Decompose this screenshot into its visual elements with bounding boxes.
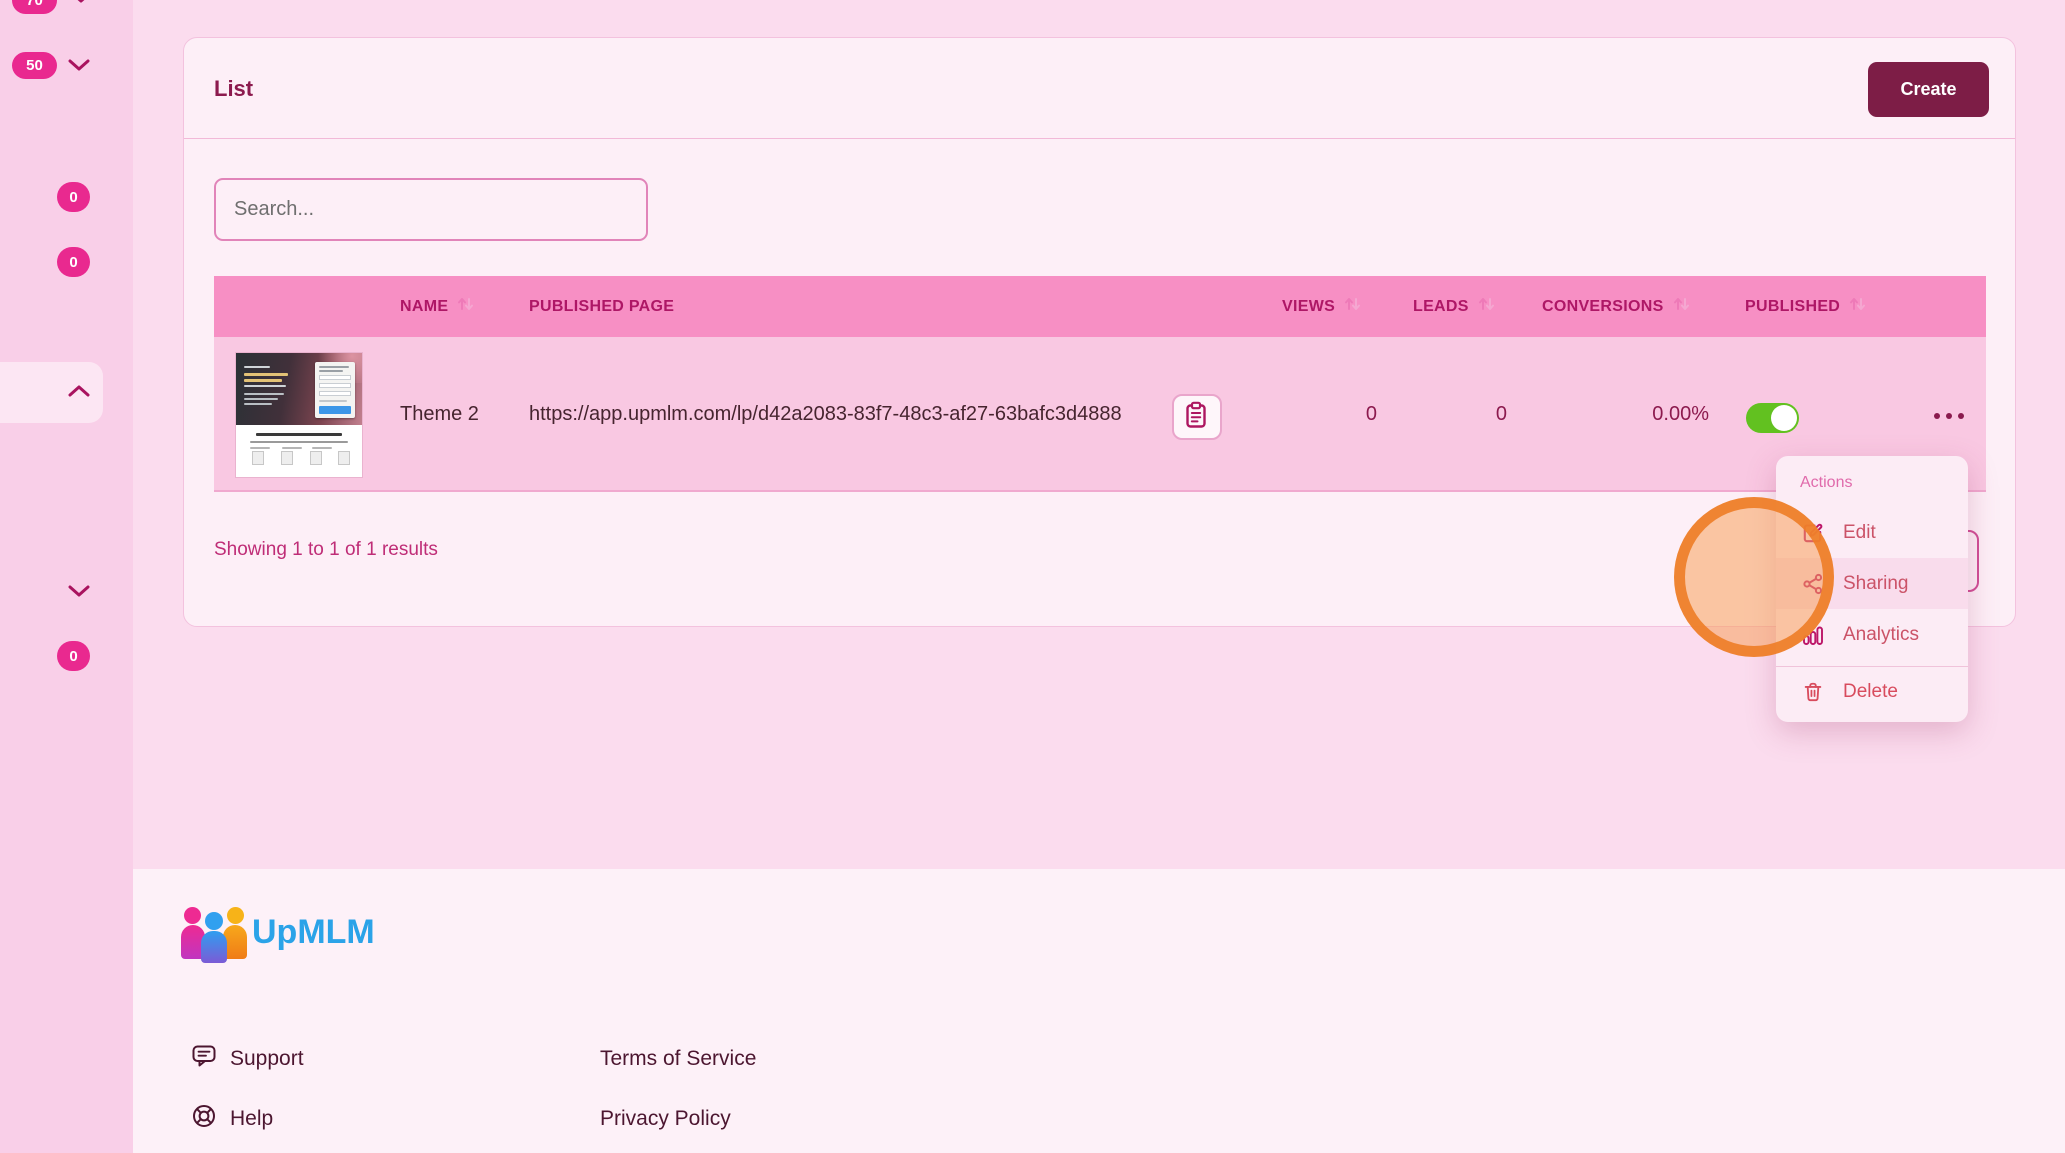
footer-link-privacy[interactable]: Privacy Policy (600, 1107, 731, 1131)
edit-icon (1802, 522, 1824, 544)
ellipsis-icon (1934, 413, 1940, 419)
table-row: Theme 2 https://app.upmlm.com/lp/d42a208… (214, 337, 1986, 492)
toggle-knob (1771, 405, 1797, 431)
brand-name: UpMLM (252, 913, 375, 952)
chat-bubble-icon (191, 1043, 217, 1075)
share-icon (1802, 573, 1824, 595)
create-button[interactable]: Create (1868, 62, 1989, 117)
sort-icon[interactable] (1344, 295, 1361, 318)
ellipsis-icon (1958, 413, 1964, 419)
life-ring-icon (191, 1103, 217, 1135)
list-card: List Create NAME PUBLISHED PAGE VIEWS (183, 37, 2016, 627)
menu-item-sharing[interactable]: Sharing (1776, 558, 1968, 609)
menu-item-analytics[interactable]: Analytics (1776, 609, 1968, 660)
published-toggle[interactable] (1746, 403, 1799, 433)
trash-icon (1802, 681, 1824, 703)
sort-icon[interactable] (457, 295, 474, 318)
row-thumbnail (236, 353, 362, 477)
thumbnail-bottom (236, 425, 362, 477)
actions-menu-title: Actions (1800, 468, 1852, 498)
clipboard-icon (1185, 401, 1209, 434)
row-name: Theme 2 (400, 337, 479, 492)
copy-url-button[interactable] (1172, 394, 1222, 440)
sort-icon[interactable] (1673, 295, 1690, 318)
chevron-down-icon[interactable] (70, 0, 92, 4)
chevron-down-icon[interactable] (68, 58, 90, 72)
thumbnail-form (315, 362, 355, 418)
row-views: 0 (1277, 337, 1377, 492)
main-content: List Create NAME PUBLISHED PAGE VIEWS (133, 0, 2065, 869)
search-input[interactable] (214, 178, 648, 241)
row-conversions: 0.00% (1589, 337, 1709, 492)
bar-chart-icon (1802, 624, 1824, 646)
sidebar: 70 50 0 0 0 (0, 0, 133, 1153)
ellipsis-icon (1946, 413, 1952, 419)
sort-icon[interactable] (1478, 295, 1495, 318)
menu-item-delete[interactable]: Delete (1776, 668, 1968, 716)
row-actions-button[interactable] (1919, 401, 1979, 431)
sidebar-count-badge: 0 (57, 182, 90, 212)
sidebar-badge-top: 70 (12, 0, 57, 14)
actions-menu: Actions Edit Sharing Analytics Delete (1776, 456, 1968, 722)
sort-icon[interactable] (1849, 295, 1866, 318)
chevron-down-icon[interactable] (68, 584, 90, 598)
footer-link-help[interactable]: Help (191, 1103, 273, 1135)
row-published-url: https://app.upmlm.com/lp/d42a2083-83f7-4… (529, 337, 1122, 492)
column-header-published[interactable]: PUBLISHED (1745, 276, 1866, 337)
menu-item-edit[interactable]: Edit (1776, 507, 1968, 558)
chevron-up-icon[interactable] (68, 384, 90, 398)
footer: UpMLM Support Help Terms of Service Priv… (133, 869, 2065, 1153)
sidebar-badge-50: 50 (12, 52, 57, 79)
sidebar-count-badge: 0 (57, 247, 90, 277)
page: 70 50 0 0 0 List Create NAME (0, 0, 2065, 1153)
column-header-conversions[interactable]: CONVERSIONS (1542, 276, 1690, 337)
footer-link-terms[interactable]: Terms of Service (600, 1047, 756, 1071)
page-title: List (214, 38, 253, 139)
thumbnail-hero (236, 353, 362, 425)
row-leads: 0 (1407, 337, 1507, 492)
table-header: NAME PUBLISHED PAGE VIEWS LEADS CONVERSI… (214, 276, 1986, 337)
sidebar-count-badge: 0 (57, 641, 90, 671)
results-summary: Showing 1 to 1 of 1 results (214, 539, 438, 561)
footer-link-support[interactable]: Support (191, 1043, 304, 1075)
menu-divider (1776, 666, 1968, 667)
column-header-leads[interactable]: LEADS (1413, 276, 1495, 337)
column-header-views[interactable]: VIEWS (1282, 276, 1361, 337)
column-header-published-page[interactable]: PUBLISHED PAGE (529, 276, 674, 337)
sidebar-item-expanded[interactable] (0, 362, 103, 423)
card-header: List Create (184, 38, 2015, 139)
column-header-name[interactable]: NAME (400, 276, 474, 337)
upmlm-logo-icon (181, 903, 247, 963)
